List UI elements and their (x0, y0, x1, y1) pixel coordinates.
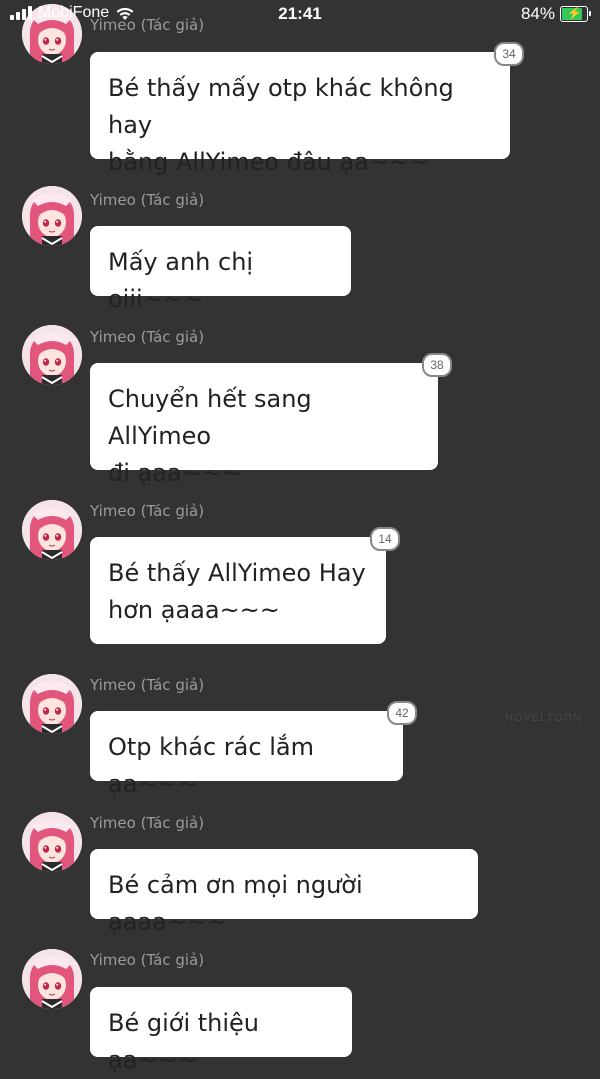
status-right: 84% ⚡ (520, 4, 591, 24)
avatar[interactable] (22, 500, 82, 560)
battery-icon: ⚡ (560, 6, 591, 22)
comment-count-badge[interactable]: 42 (387, 701, 417, 725)
watermark: NOVELTOON (505, 712, 583, 724)
status-time: 21:41 (278, 4, 322, 23)
avatar[interactable] (22, 325, 82, 385)
message-bubble[interactable]: Mấy anh chị oiii~~~ (90, 226, 351, 313)
comment-count-badge[interactable]: 34 (494, 42, 524, 66)
message-text: Bé giới thiệu ạa~~~ (108, 1009, 267, 1074)
message-bubble[interactable]: Bé thấy mấy otp khác không hay bằng AllY… (90, 42, 524, 176)
author-name[interactable]: Yimeo (Tác giả) (90, 191, 204, 209)
author-name[interactable]: Yimeo (Tác giả) (90, 502, 204, 520)
avatar[interactable] (22, 186, 82, 246)
message-bubble[interactable]: Chuyển hết sang AllYimeo đi ạaa~~~ 38 (90, 353, 452, 487)
avatar[interactable] (22, 812, 82, 872)
status-bar: MobiFone 21:41 84% ⚡ (0, 0, 600, 30)
message-bubble[interactable]: Otp khác rác lắm ạa~~~ 42 (90, 701, 417, 798)
message-text: Otp khác rác lắm ạa~~~ (108, 733, 322, 798)
author-name[interactable]: Yimeo (Tác giả) (90, 328, 204, 346)
message-text: Mấy anh chị oiii~~~ (108, 248, 261, 313)
charging-bolt-icon: ⚡ (567, 6, 582, 20)
message-text: Bé cảm ơn mọi người ạaaa~~~ (108, 871, 371, 936)
comment-count-badge[interactable]: 14 (370, 527, 400, 551)
author-name[interactable]: Yimeo (Tác giả) (90, 951, 204, 969)
message-bubble[interactable]: Bé thấy AllYimeo Hay hơn ạaaa~~~ 14 (90, 527, 400, 644)
message-text: Bé thấy AllYimeo Hay hơn ạaaa~~~ (108, 559, 366, 624)
author-name[interactable]: Yimeo (Tác giả) (90, 676, 204, 694)
message-bubble[interactable]: Bé giới thiệu ạa~~~ (90, 987, 352, 1074)
avatar[interactable] (22, 674, 82, 734)
message-text: Bé thấy mấy otp khác không hay bằng AllY… (108, 74, 454, 176)
comment-count-badge[interactable]: 38 (422, 353, 452, 377)
message-bubble[interactable]: Bé cảm ơn mọi người ạaaa~~~ (90, 849, 478, 936)
battery-percent: 84% (520, 4, 555, 23)
author-name[interactable]: Yimeo (Tác giả) (90, 814, 204, 832)
message-text: Chuyển hết sang AllYimeo đi ạaa~~~ (108, 385, 312, 487)
avatar[interactable] (22, 949, 82, 1009)
